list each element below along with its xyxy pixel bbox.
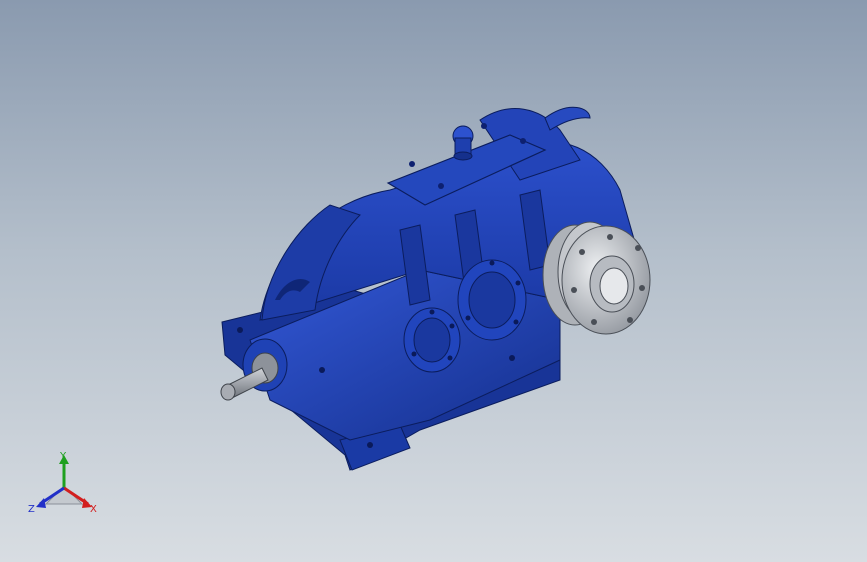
- bearing-cap-large: [457, 259, 527, 341]
- output-flange: [542, 221, 651, 335]
- bearing-cap-small: [403, 307, 461, 373]
- graphics-viewport[interactable]: Y Z X: [0, 0, 867, 562]
- y-axis-label: Y: [60, 451, 67, 462]
- z-axis-label: Z: [28, 504, 35, 515]
- lifting-lug: [544, 106, 591, 131]
- gearbox-model[interactable]: [0, 0, 867, 562]
- x-axis-label: X: [90, 504, 97, 515]
- reference-triad: Y Z X: [24, 446, 104, 526]
